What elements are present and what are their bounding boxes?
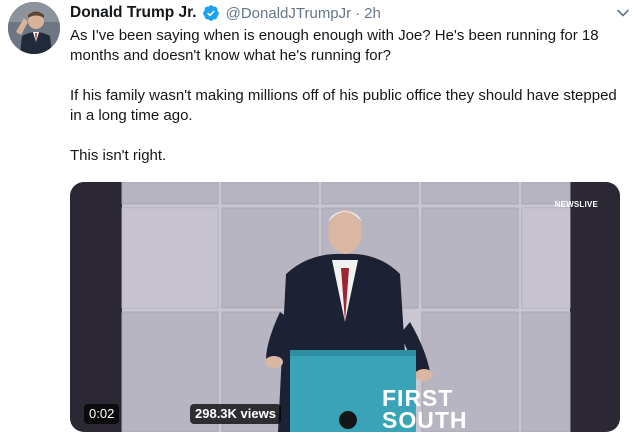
tweet-paragraph: If his family wasn't making millions off… bbox=[70, 87, 617, 124]
avatar[interactable] bbox=[8, 2, 60, 54]
video-frame bbox=[70, 182, 620, 432]
separator-dot: · bbox=[355, 4, 361, 22]
handle[interactable]: @DonaldJTrumpJr bbox=[226, 5, 352, 22]
tweet-header: Donald Trump Jr. @DonaldJTrumpJr · 2h bbox=[70, 0, 626, 26]
tweet-paragraph: This isn't right. bbox=[70, 147, 167, 164]
display-name[interactable]: Donald Trump Jr. bbox=[70, 4, 197, 22]
tweet[interactable]: Donald Trump Jr. @DonaldJTrumpJr · 2h As… bbox=[0, 0, 634, 448]
podium-line-2: SOUTH bbox=[382, 407, 468, 432]
chevron-down-icon[interactable] bbox=[616, 6, 630, 20]
podium-line-1: FIRST bbox=[382, 385, 454, 411]
tweet-content: Donald Trump Jr. @DonaldJTrumpJr · 2h As… bbox=[70, 0, 626, 166]
timestamp[interactable]: 2h bbox=[364, 5, 381, 22]
video-player[interactable]: NEWSLIVE FIRST SOUTH 0:02 298.3K views bbox=[70, 182, 620, 432]
video-elapsed-time: 0:02 bbox=[84, 404, 120, 424]
podium-sign: FIRST SOUTH bbox=[382, 385, 468, 432]
news-watermark: NEWSLIVE bbox=[555, 200, 598, 209]
verified-badge-icon bbox=[202, 4, 220, 22]
tweet-paragraph: As I've been saying when is enough enoug… bbox=[70, 27, 599, 64]
watermark-text: NEWSLIVE bbox=[554, 200, 598, 209]
tweet-text: As I've been saying when is enough enoug… bbox=[70, 26, 626, 166]
video-view-count: 298.3K views bbox=[190, 404, 281, 424]
avatar-photo bbox=[8, 2, 60, 54]
